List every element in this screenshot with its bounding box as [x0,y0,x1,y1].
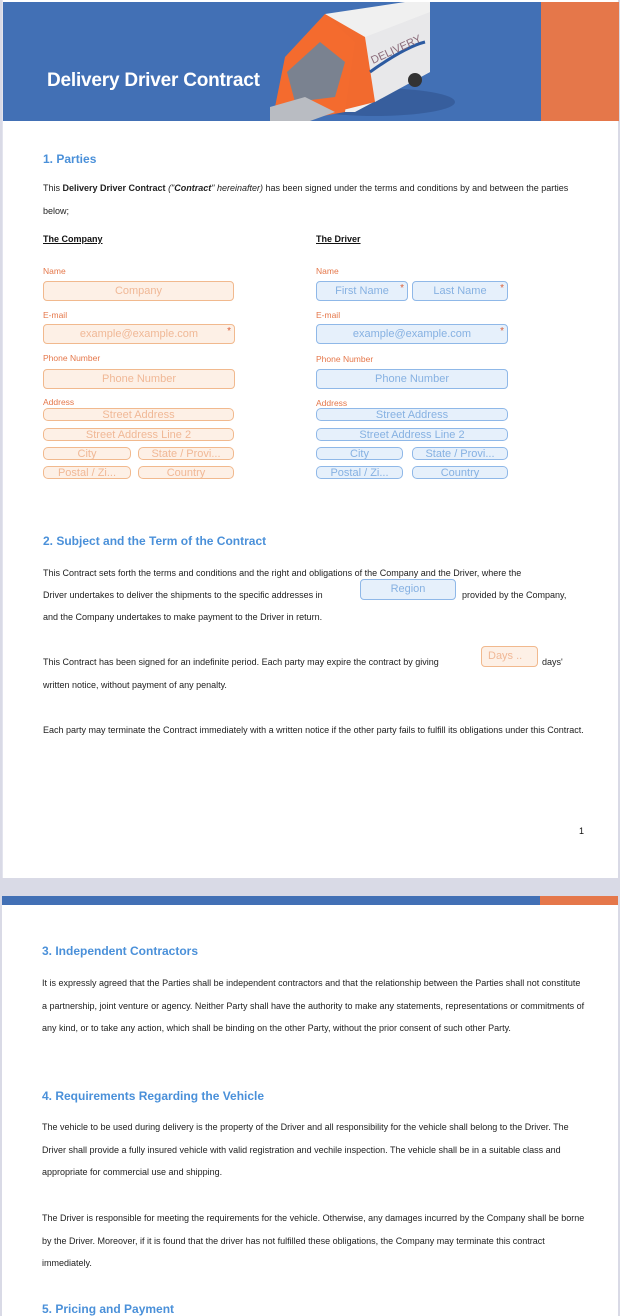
subject-p2-after: days' [542,657,563,667]
section-title-contractors: 3. Independent Contractors [42,944,199,958]
region-input[interactable]: Region [360,579,456,600]
section-title-pricing: 5. Pricing and Payment [42,1302,175,1316]
required-asterisk: * [500,326,504,337]
company-state-input[interactable]: State / Provi... [138,447,234,460]
driver-email-input[interactable]: example@example.com * [316,324,508,344]
required-asterisk: * [400,283,404,294]
document-title: Delivery Driver Contract [47,70,260,91]
banner-accent-block [541,2,619,121]
driver-phone-input[interactable]: Phone Number [316,369,508,389]
driver-first-name-input[interactable]: First Name * [316,281,408,301]
delivery-van-illustration: DELIVERY [270,2,455,121]
driver-city-input[interactable]: City [316,447,403,460]
required-asterisk: * [227,326,231,337]
company-street2-input[interactable]: Street Address Line 2 [43,428,234,441]
page-number: 1 [578,826,584,836]
days-input[interactable]: Days .. [481,646,538,667]
company-name-label: Name [43,266,66,276]
driver-phone-label: Phone Number [316,354,374,364]
page-2: 3. Independent Contractors It is express… [2,896,618,1316]
page-1: DELIVERY Delivery Driver Contract 1. Par… [2,0,619,878]
company-email-label: E-mail [43,310,68,320]
page-header-bar [2,896,618,905]
driver-street-input[interactable]: Street Address [316,408,508,421]
subject-p1-line3: and the Company undertakes to make payme… [43,612,323,622]
subject-p1-line2-before: Driver undertakes to deliver the shipmen… [43,590,323,600]
company-city-input[interactable]: City [43,447,131,460]
vehicle-p2: The Driver is responsible for meeting th… [42,1213,585,1268]
company-postal-input[interactable]: Postal / Zi... [43,466,131,479]
contractors-text: It is expressly agreed that the Parties … [42,978,585,1033]
section-title-parties: 1. Parties [43,152,97,166]
driver-street2-input[interactable]: Street Address Line 2 [316,428,508,441]
company-street-input[interactable]: Street Address [43,408,234,421]
driver-name-label: Name [316,266,339,276]
page-header-bar-accent [540,896,618,905]
company-phone-label: Phone Number [43,353,101,363]
driver-last-name-input[interactable]: Last Name * [412,281,508,301]
subject-p2-before: This Contract has been signed for an ind… [43,657,439,667]
driver-country-input[interactable]: Country [412,466,508,479]
header-banner: DELIVERY Delivery Driver Contract [3,2,619,121]
driver-heading: The Driver [316,234,361,244]
subject-p1-line2-after: provided by the Company, [462,590,567,600]
subject-p2-line2: written notice, without payment of any p… [43,680,227,690]
subject-p3: Each party may terminate the Contract im… [43,725,584,735]
required-asterisk: * [500,283,504,294]
company-phone-input[interactable]: Phone Number [43,369,235,389]
company-country-input[interactable]: Country [138,466,234,479]
company-heading: The Company [43,234,103,244]
section-title-subject: 2. Subject and the Term of the Contract [43,534,267,548]
vehicle-p1: The vehicle to be used during delivery i… [42,1122,569,1177]
driver-email-label: E-mail [316,310,341,320]
company-email-input[interactable]: example@example.com * [43,324,235,344]
driver-state-input[interactable]: State / Provi... [412,447,508,460]
parties-intro: This Delivery Driver Contract ("Contract… [43,183,569,216]
company-address-label: Address [43,397,75,407]
section-title-vehicle: 4. Requirements Regarding the Vehicle [42,1089,265,1103]
subject-p1-line1: This Contract sets forth the terms and c… [43,568,522,578]
driver-postal-input[interactable]: Postal / Zi... [316,466,403,479]
company-name-input[interactable]: Company [43,281,234,301]
driver-address-label: Address [316,398,348,408]
